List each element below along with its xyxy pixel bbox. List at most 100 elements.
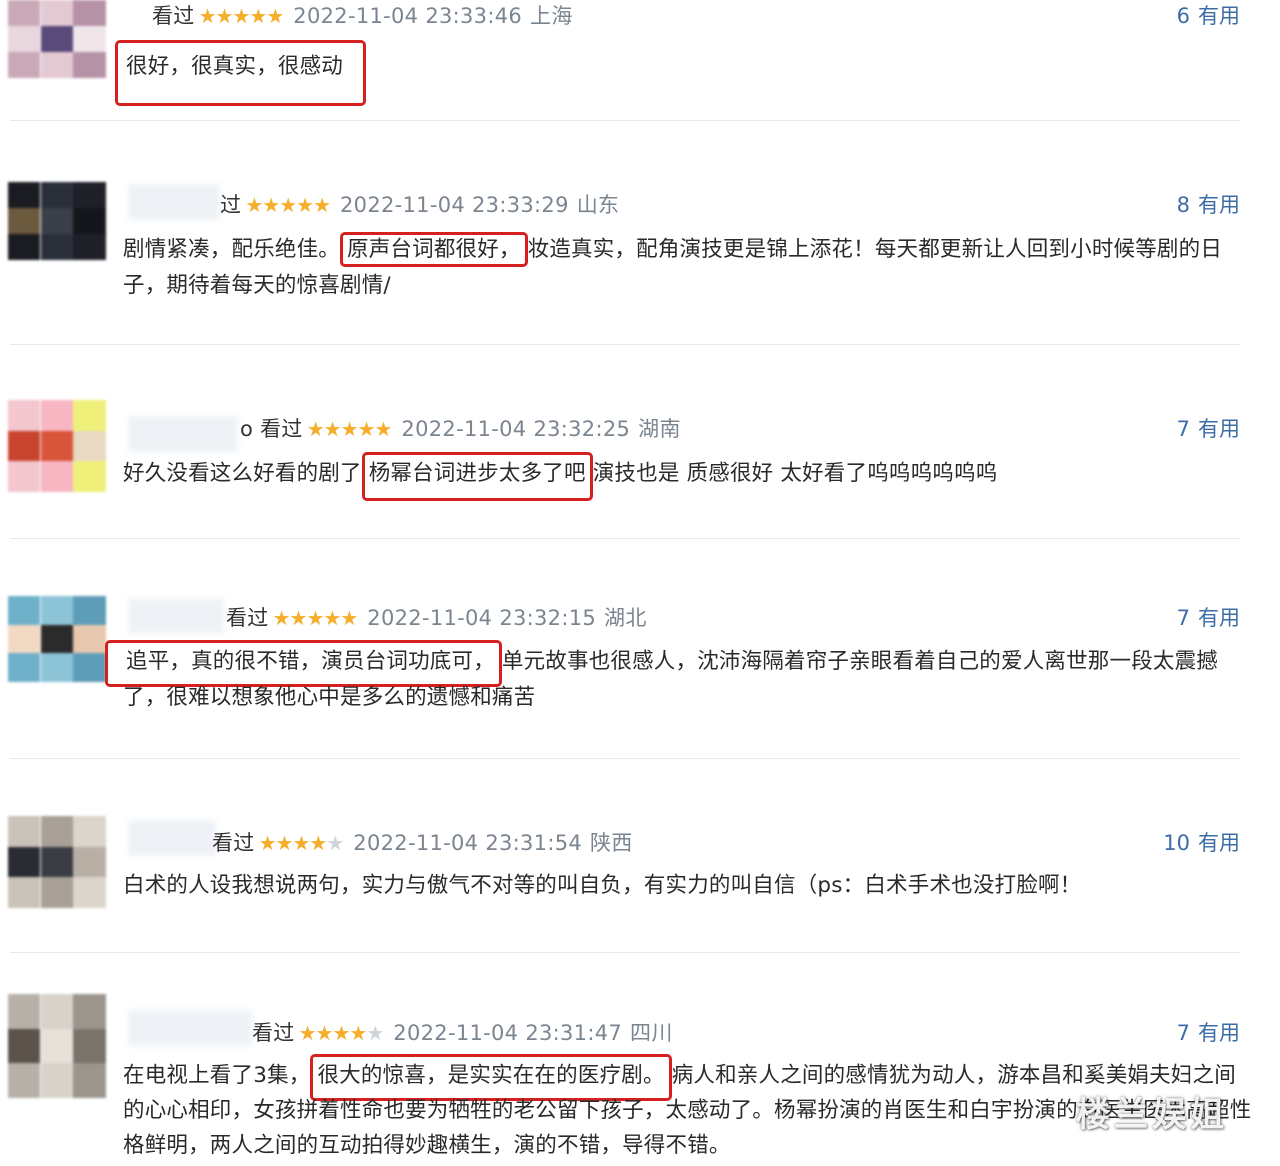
avatar[interactable]: [8, 400, 106, 492]
star-filled-icon: ★: [332, 1021, 350, 1045]
avatar-pixel: [8, 182, 41, 209]
star-filled-icon: ★: [258, 831, 277, 855]
avatar-pixel: [73, 0, 106, 27]
review-text: 剧情紧凑，配乐绝佳。: [123, 237, 341, 262]
useful-button[interactable]: 6 有用: [1177, 0, 1240, 30]
watch-status: 看过: [152, 4, 195, 28]
useful-label: 有用: [1198, 1021, 1240, 1045]
star-empty-icon: ★: [326, 831, 344, 855]
avatar-pixel: [73, 234, 106, 260]
divider: [10, 758, 1240, 759]
rating-stars: ★★★★★: [272, 606, 359, 630]
useful-button[interactable]: 7 有用: [1177, 1017, 1240, 1047]
avatar-pixel: [73, 653, 106, 682]
avatar-pixel: [8, 846, 41, 878]
avatar-pixel: [40, 0, 74, 27]
review-meta: 看过 ★★★★★ 2022-11-04 23:32:15 湖北: [226, 602, 647, 632]
useful-label: 有用: [1198, 417, 1240, 441]
username-mask: [128, 598, 224, 634]
star-filled-icon: ★: [279, 193, 297, 217]
star-filled-icon: ★: [272, 606, 291, 630]
star-filled-icon: ★: [298, 1021, 317, 1045]
username-mask: [128, 184, 220, 220]
avatar-pixel: [73, 624, 106, 654]
star-filled-icon: ★: [296, 193, 314, 217]
avatar[interactable]: [8, 994, 106, 1098]
star-filled-icon: ★: [306, 606, 324, 630]
useful-button[interactable]: 7 有用: [1177, 602, 1240, 632]
avatar-pixel: [8, 1028, 41, 1065]
watch-status: 看过: [212, 831, 255, 855]
avatar-pixel: [8, 0, 41, 27]
avatar-pixel: [8, 816, 41, 848]
avatar-pixel: [40, 1028, 74, 1065]
star-filled-icon: ★: [306, 417, 325, 441]
avatar-pixel: [8, 26, 41, 53]
avatar-pixel: [73, 877, 106, 908]
avatar-pixel: [73, 26, 106, 53]
review-text: 好久没看这么好看的剧了: [123, 461, 362, 486]
divider: [10, 952, 1240, 953]
avatar-pixel: [73, 52, 106, 78]
avatar[interactable]: [8, 816, 106, 908]
star-filled-icon: ★: [245, 193, 263, 217]
avatar[interactable]: [8, 0, 106, 78]
useful-button[interactable]: 7 有用: [1177, 413, 1240, 443]
avatar-pixel: [73, 461, 106, 492]
watch-status: 看过: [226, 606, 269, 630]
avatar-pixel: [8, 234, 41, 260]
avatar-pixel: [40, 816, 74, 848]
highlighted-text: 很大的惊喜，是实实在在的医疗剧。: [310, 1054, 672, 1101]
avatar-pixel: [40, 624, 74, 654]
useful-label: 有用: [1198, 193, 1240, 217]
review-date: 2022-11-04 23:31:54: [353, 831, 583, 855]
star-filled-icon: ★: [313, 193, 331, 217]
useful-button[interactable]: 8 有用: [1177, 189, 1240, 219]
review-meta: 过 ★★★★★ 2022-11-04 23:33:29 山东: [220, 189, 619, 219]
avatar-pixel: [8, 52, 41, 78]
star-filled-icon: ★: [198, 4, 217, 28]
avatar[interactable]: [8, 596, 106, 682]
avatar-pixel: [8, 596, 41, 626]
useful-button[interactable]: 10 有用: [1163, 827, 1240, 857]
review-date: 2022-11-04 23:33:29: [340, 193, 569, 217]
avatar-pixel: [73, 182, 106, 209]
star-filled-icon: ★: [340, 417, 359, 441]
avatar[interactable]: [8, 182, 106, 260]
avatar-pixel: [40, 846, 74, 878]
username-mask: [128, 820, 216, 856]
useful-count: 7: [1176, 417, 1190, 441]
divider: [10, 344, 1240, 345]
watermark: 楼兰娱姐: [1076, 1095, 1228, 1135]
highlighted-text: 很好，很真实，很感动: [115, 40, 367, 106]
rating-stars: ★★★★★: [245, 193, 331, 217]
review-date: 2022-11-04 23:32:25: [401, 417, 631, 441]
review-location: 上海: [530, 4, 573, 28]
useful-count: 7: [1176, 1021, 1190, 1045]
useful-label: 有用: [1198, 606, 1240, 630]
divider: [10, 120, 1240, 121]
watch-status: o 看过: [240, 417, 303, 441]
avatar-pixel: [73, 816, 106, 848]
review-location: 湖北: [604, 606, 647, 630]
avatar-pixel: [73, 846, 106, 878]
username-mask: [128, 1010, 252, 1046]
highlighted-text: 杨幂台词进步太多了吧: [361, 452, 593, 501]
watch-status: 过: [220, 193, 242, 217]
review-location: 湖南: [638, 417, 681, 441]
avatar-pixel: [73, 1028, 106, 1065]
star-filled-icon: ★: [232, 4, 250, 28]
star-filled-icon: ★: [215, 4, 234, 28]
star-filled-icon: ★: [357, 417, 376, 441]
highlighted-text: 追平，真的很不错，演员台词功底可，: [105, 640, 502, 687]
star-filled-icon: ★: [266, 4, 284, 28]
star-filled-icon: ★: [374, 417, 392, 441]
review-text: 白术的人设我想说两句，实力与傲气不对等的叫自负，有实力的叫自信（ps：白术手术也…: [123, 873, 1082, 898]
avatar-pixel: [8, 400, 41, 432]
review-content: 很好，很真实，很感动: [115, 40, 1253, 106]
review-content: 白术的人设我想说两句，实力与傲气不对等的叫自负，有实力的叫自信（ps：白术手术也…: [123, 868, 1253, 904]
review-location: 陕西: [590, 831, 633, 855]
review-location: 四川: [630, 1021, 673, 1045]
review-date: 2022-11-04 23:32:15: [367, 606, 597, 630]
review-meta: 看过 ★★★★★ 2022-11-04 23:31:47 四川: [252, 1017, 673, 1047]
